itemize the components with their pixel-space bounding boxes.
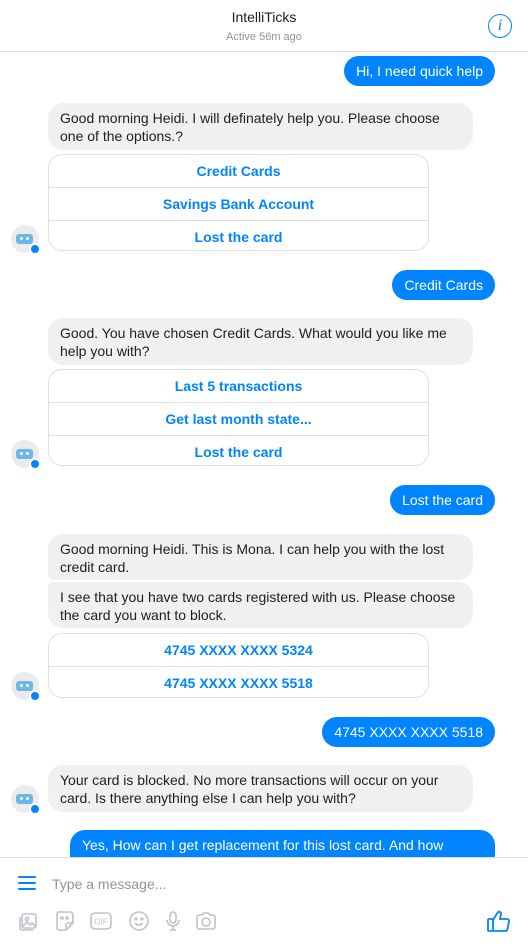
info-icon[interactable]: i xyxy=(488,14,512,38)
option-card-5324[interactable]: 4745 XXXX XXXX 5324 xyxy=(49,634,428,667)
active-status: Active 56m ago xyxy=(226,31,302,43)
bot-icon xyxy=(16,681,33,691)
message-list[interactable]: Hi, I need quick help Good morning Heidi… xyxy=(0,52,528,857)
messenger-badge-icon xyxy=(29,458,41,470)
incoming-message: I see that you have two cards registered… xyxy=(48,582,473,628)
camera-icon[interactable] xyxy=(194,909,218,933)
outgoing-message: Lost the card xyxy=(390,485,495,515)
incoming-message: Your card is blocked. No more transactio… xyxy=(48,765,473,812)
bot-avatar xyxy=(11,672,41,702)
option-savings-bank-account[interactable]: Savings Bank Account xyxy=(49,188,428,221)
sticker-icon[interactable] xyxy=(53,909,77,933)
messenger-badge-icon xyxy=(29,243,41,255)
option-lost-the-card[interactable]: Lost the card xyxy=(49,436,428,465)
option-credit-cards[interactable]: Credit Cards xyxy=(49,155,428,188)
menu-icon[interactable] xyxy=(18,876,36,890)
emoji-icon[interactable] xyxy=(127,909,151,933)
outgoing-message: Credit Cards xyxy=(392,270,495,300)
message-composer: GIF xyxy=(0,857,528,946)
option-last-5-transactions[interactable]: Last 5 transactions xyxy=(49,370,428,403)
bot-icon xyxy=(16,449,33,459)
bot-avatar xyxy=(11,440,41,470)
incoming-message: Good. You have chosen Credit Cards. What… xyxy=(48,318,473,365)
quick-reply-options: Last 5 transactions Get last month state… xyxy=(48,369,429,466)
incoming-message: Good morning Heidi. I will definately he… xyxy=(48,103,473,150)
bot-avatar xyxy=(11,225,41,255)
quick-reply-options: 4745 XXXX XXXX 5324 4745 XXXX XXXX 5518 xyxy=(48,633,429,698)
bot-avatar xyxy=(11,785,41,815)
gif-icon[interactable]: GIF xyxy=(89,909,113,933)
bot-icon xyxy=(16,794,33,804)
outgoing-message: Hi, I need quick help xyxy=(344,56,495,86)
thumbs-up-icon[interactable] xyxy=(486,908,512,934)
microphone-icon[interactable] xyxy=(161,909,185,933)
incoming-message: Good morning Heidi. This is Mona. I can … xyxy=(48,534,473,580)
option-get-last-month-statement[interactable]: Get last month state... xyxy=(49,403,428,436)
option-card-5518[interactable]: 4745 XXXX XXXX 5518 xyxy=(49,667,428,697)
messenger-badge-icon xyxy=(29,803,41,815)
option-lost-the-card[interactable]: Lost the card xyxy=(49,221,428,250)
messenger-badge-icon xyxy=(29,690,41,702)
bot-icon xyxy=(16,234,33,244)
chat-header: IntelliTicks Active 56m ago i xyxy=(0,0,528,52)
gif-label: GIF xyxy=(94,918,107,927)
quick-reply-options: Credit Cards Savings Bank Account Lost t… xyxy=(48,154,429,251)
image-icon[interactable] xyxy=(17,909,41,933)
contact-name: IntelliTicks xyxy=(231,9,297,25)
outgoing-message: 4745 XXXX XXXX 5518 xyxy=(322,717,495,747)
message-input[interactable] xyxy=(52,872,492,896)
outgoing-message: Yes, How can I get replacement for this … xyxy=(70,830,495,857)
